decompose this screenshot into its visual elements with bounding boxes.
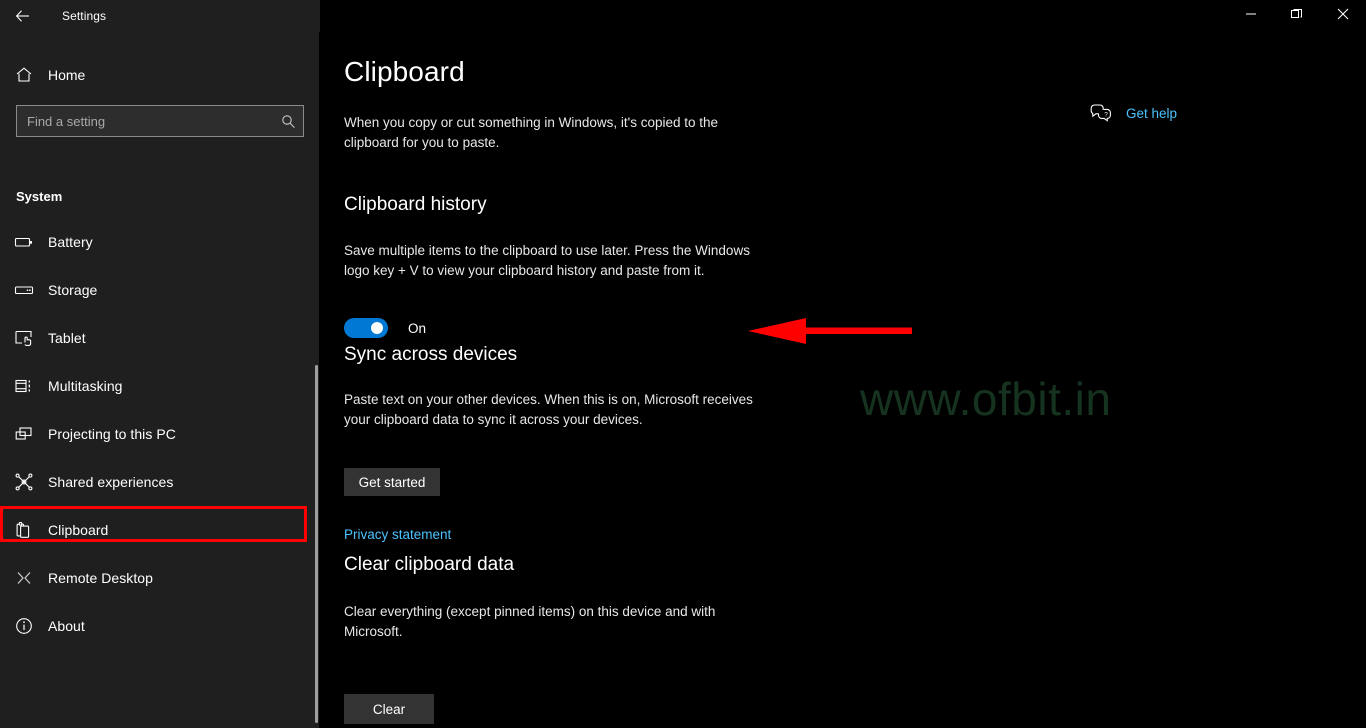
sidebar-item-about[interactable]: About — [0, 602, 306, 650]
section-heading-clear-clipboard-data: Clear clipboard data — [344, 554, 515, 575]
projecting-screens-icon — [0, 424, 48, 444]
section-desc-sync-across-devices: Paste text on your other devices. When t… — [344, 392, 753, 427]
settings-window: Settings Home Find a setting System Batt… — [0, 0, 1366, 728]
search-input[interactable] — [17, 106, 273, 136]
window-controls — [1228, 0, 1366, 32]
restore-icon — [1291, 7, 1303, 25]
toggle-arrow-annotation — [748, 318, 912, 344]
sidebar-group-label: System — [16, 189, 63, 204]
toggle-knob — [371, 322, 383, 334]
get-help-link[interactable]: ? Get help — [1090, 102, 1177, 124]
back-arrow-icon — [15, 8, 31, 24]
sidebar-item-about-label: About — [48, 618, 85, 634]
battery-icon — [0, 232, 48, 252]
sidebar-item-multitasking-label: Multitasking — [48, 378, 123, 394]
sidebar: Home System Battery — [0, 32, 320, 728]
window-title: Settings — [62, 9, 107, 23]
remote-desktop-icon — [0, 568, 48, 588]
sidebar-item-battery[interactable]: Battery — [0, 218, 306, 266]
help-chat-icon: ? — [1090, 102, 1112, 124]
section-heading-sync-across-devices: Sync across devices — [344, 344, 518, 365]
get-help-label: Get help — [1126, 105, 1178, 121]
clipboard-icon — [0, 520, 48, 540]
home-icon — [0, 66, 48, 84]
svg-text:?: ? — [1104, 112, 1108, 119]
sidebar-item-remote-desktop[interactable]: Remote Desktop — [0, 554, 306, 602]
multitasking-icon — [0, 376, 48, 396]
clipboard-history-toggle[interactable] — [344, 318, 388, 338]
main-content: www.ofbit.in Clipboard ? Get help When y… — [320, 32, 1366, 728]
tablet-touch-icon — [0, 328, 48, 348]
info-circle-icon — [0, 616, 48, 636]
sidebar-item-shared-experiences[interactable]: Shared experiences — [0, 458, 306, 506]
section-desc-clear-clipboard-data: Clear everything (except pinned items) o… — [344, 604, 716, 639]
search-icon[interactable] — [273, 106, 303, 136]
sidebar-item-remote-desktop-label: Remote Desktop — [48, 570, 153, 586]
section-desc-clipboard-history: Save multiple items to the clipboard to … — [344, 243, 750, 278]
clipboard-history-toggle-state: On — [408, 320, 427, 336]
sidebar-item-clipboard[interactable]: Clipboard — [0, 506, 306, 554]
close-button[interactable] — [1320, 0, 1366, 32]
clipboard-history-toggle-row: On — [344, 318, 426, 338]
sidebar-item-home-label: Home — [48, 67, 86, 83]
search-box[interactable] — [16, 105, 304, 137]
storage-drive-icon — [0, 280, 48, 300]
back-button[interactable] — [0, 0, 46, 32]
watermark: www.ofbit.in — [860, 373, 1112, 425]
sidebar-scrollbar[interactable] — [315, 365, 318, 723]
sidebar-item-storage-label: Storage — [48, 282, 98, 298]
close-icon — [1337, 7, 1349, 25]
sidebar-item-battery-label: Battery — [48, 234, 93, 250]
sidebar-item-shared-experiences-label: Shared experiences — [48, 474, 174, 490]
section-heading-clipboard-history: Clipboard history — [344, 194, 487, 215]
sidebar-item-multitasking[interactable]: Multitasking — [0, 362, 306, 410]
sidebar-item-storage[interactable]: Storage — [0, 266, 306, 314]
clear-button[interactable]: Clear — [344, 694, 434, 724]
title-bar-left: Settings — [0, 0, 320, 32]
title-bar: Settings — [0, 0, 1366, 32]
page-title: Clipboard — [344, 56, 465, 87]
sidebar-item-tablet-label: Tablet — [48, 330, 86, 346]
minimize-icon — [1245, 7, 1257, 25]
sidebar-item-home[interactable]: Home — [0, 56, 306, 94]
minimize-button[interactable] — [1228, 0, 1274, 32]
sidebar-item-tablet[interactable]: Tablet — [0, 314, 306, 362]
sidebar-item-projecting-label: Projecting to this PC — [48, 426, 176, 442]
sidebar-item-clipboard-label: Clipboard — [48, 522, 109, 538]
sidebar-item-projecting-to-this-pc[interactable]: Projecting to this PC — [0, 410, 306, 458]
shared-experiences-icon — [0, 472, 48, 492]
privacy-statement-link[interactable]: Privacy statement — [344, 527, 451, 542]
sidebar-nav-list: Battery Storage Tablet Multitasking Proj… — [0, 218, 320, 650]
restore-button[interactable] — [1274, 0, 1320, 32]
clipboard-intro-text: When you copy or cut something in Window… — [344, 115, 719, 150]
get-started-button[interactable]: Get started — [344, 468, 440, 496]
